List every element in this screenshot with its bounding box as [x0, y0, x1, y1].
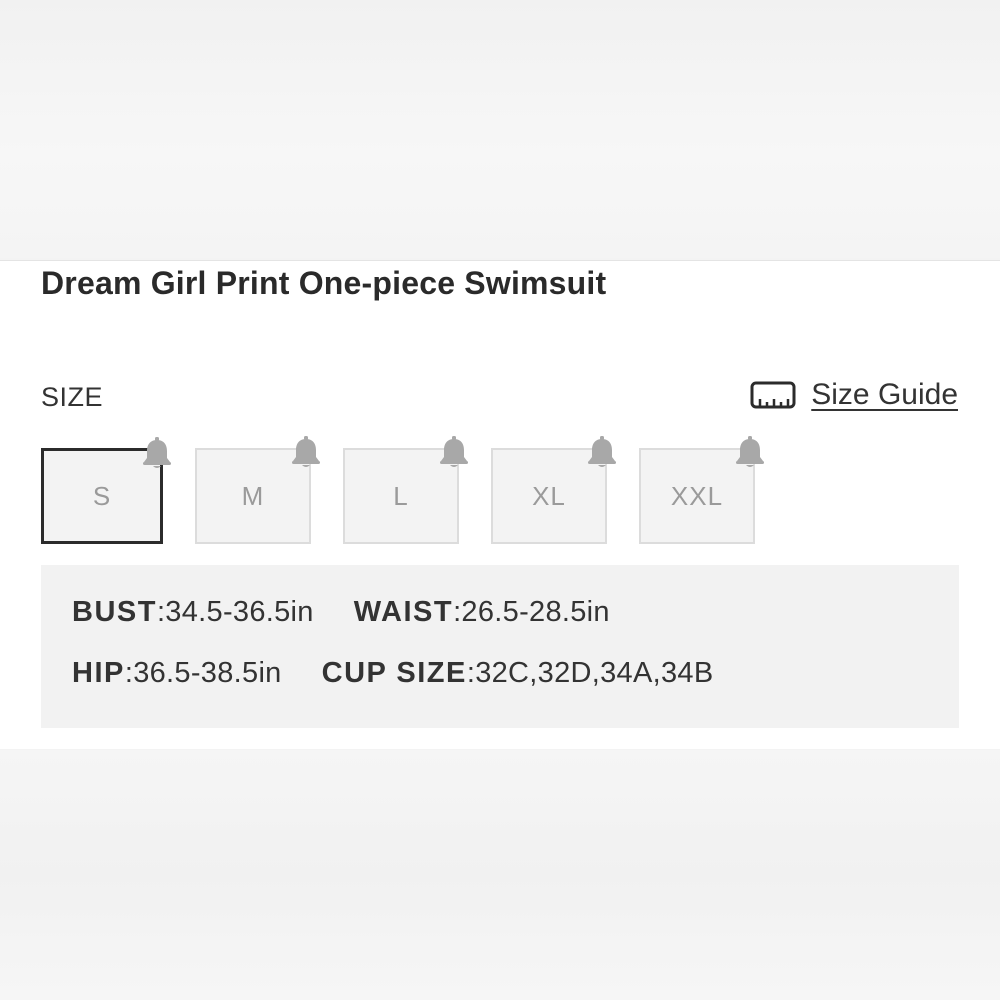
product-title: Dream Girl Print One-piece Swimsuit: [41, 265, 607, 301]
bust-value: :34.5-36.5in: [156, 596, 314, 628]
size-option-label: M: [241, 480, 265, 511]
waist-value: :26.5-28.5in: [453, 596, 610, 628]
size-option-s[interactable]: S: [41, 437, 171, 544]
bust-label: BUST: [72, 596, 157, 628]
size-option-m[interactable]: M: [195, 436, 320, 544]
measurements-row-2: HIP:36.5-38.5in CUP SIZE:32C,32D,34A,34B: [72, 657, 713, 690]
measurements-row-1: BUST:34.5-36.5in WAIST:26.5-28.5in: [72, 596, 610, 629]
size-option-xxl[interactable]: XXL: [639, 436, 764, 544]
size-option-l[interactable]: L: [343, 436, 468, 544]
size-label: SIZE: [41, 382, 104, 412]
size-option-xl[interactable]: XL: [491, 436, 616, 544]
cup-size-label: CUP SIZE: [321, 657, 467, 689]
waist-label: WAIST: [353, 596, 454, 628]
hip-value: :36.5-38.5in: [124, 657, 282, 689]
size-option-label: S: [92, 480, 112, 511]
cup-size-value: :32C,32D,34A,34B: [466, 657, 714, 689]
blurred-background-bottom: [0, 750, 1000, 1000]
bell-icon: [292, 436, 320, 467]
size-option-label: L: [393, 480, 409, 511]
bell-icon: [143, 437, 171, 468]
blurred-background-top: [0, 0, 1000, 258]
size-option-label: XXL: [670, 480, 724, 511]
size-options: S M L XL XXL: [41, 436, 787, 544]
size-guide-label: Size Guide: [811, 378, 958, 411]
size-option-label: XL: [532, 480, 566, 511]
size-measurements: BUST:34.5-36.5in WAIST:26.5-28.5in HIP:36…: [41, 565, 959, 728]
hip-label: HIP: [72, 657, 125, 689]
size-guide-link[interactable]: Size Guide: [749, 378, 958, 412]
bell-icon: [588, 436, 616, 467]
bell-icon: [736, 436, 764, 467]
bell-icon: [440, 436, 468, 467]
ruler-icon: [750, 381, 796, 409]
